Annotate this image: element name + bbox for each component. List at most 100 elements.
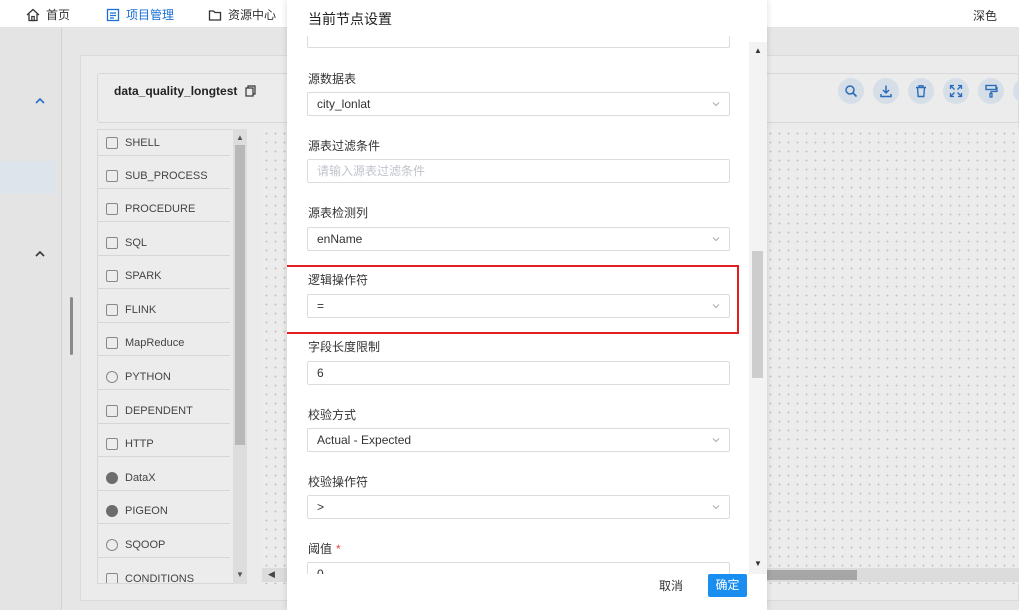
check-type-label: 校验方式 — [308, 408, 357, 422]
dialog-title: 当前节点设置 — [308, 11, 392, 27]
node-settings-form: 源数据表 city_lonlat 源表过滤条件 请输入源表过滤条件 源表检测列 … — [287, 36, 749, 574]
chevron-down-icon — [712, 237, 720, 242]
threshold-input[interactable]: 0 — [307, 562, 730, 574]
node-settings-dialog: 当前节点设置 源数据表 city_lonlat 源表过滤条件 请输入源表过滤条件… — [287, 0, 767, 610]
search-button[interactable] — [838, 78, 864, 104]
fullscreen-icon — [949, 84, 963, 98]
toolbox-item-sub-process[interactable]: SUB_PROCESS — [98, 163, 230, 189]
chevron-up-icon[interactable] — [34, 97, 46, 105]
threshold-label: 阈值 * — [308, 540, 341, 557]
procedure-icon — [106, 202, 118, 215]
source-column-value: enName — [317, 232, 363, 246]
scroll-down-icon[interactable]: ▼ — [236, 570, 244, 579]
toolbox-item-spark[interactable]: SPARK — [98, 263, 230, 289]
toolbox-item-label: FLINK — [125, 303, 157, 316]
check-operator-value: > — [317, 500, 325, 514]
http-icon — [106, 437, 118, 450]
fullscreen-button[interactable] — [943, 78, 969, 104]
toolbox-item-label: SUB_PROCESS — [125, 169, 208, 182]
scroll-left-icon[interactable]: ◀ — [268, 569, 275, 580]
folder-icon — [208, 9, 222, 21]
toolbox-item-label: MapReduce — [125, 336, 185, 349]
format-button[interactable] — [978, 78, 1004, 104]
flink-icon — [106, 303, 118, 316]
sql-icon — [106, 236, 118, 249]
conditions-icon — [106, 572, 118, 583]
canvas-scroll-thumb[interactable] — [762, 570, 857, 580]
sidebar-selected-item[interactable] — [0, 161, 55, 194]
shell-icon — [106, 136, 118, 149]
toolbox-item-label: CONDITIONS — [125, 572, 195, 584]
scroll-up-icon[interactable]: ▲ — [236, 133, 244, 142]
scroll-down-icon[interactable]: ▼ — [754, 559, 762, 568]
source-table-label: 源数据表 — [308, 72, 357, 86]
dialog-scroll-thumb[interactable] — [752, 251, 763, 378]
nav-project-label: 项目管理 — [126, 8, 175, 22]
home-icon — [26, 8, 40, 21]
toolbox-item-sqoop[interactable]: SQOOP — [98, 532, 230, 558]
nav-resource-center[interactable]: 资源中心 — [208, 6, 276, 23]
copy-icon[interactable] — [245, 85, 256, 97]
chevron-down-icon — [712, 102, 720, 107]
source-table-value: city_lonlat — [317, 97, 371, 111]
toolbox-item-flink[interactable]: FLINK — [98, 297, 230, 323]
check-type-select[interactable]: Actual - Expected — [307, 428, 730, 452]
toolbox-item-python[interactable]: PYTHON — [98, 364, 230, 390]
dialog-scrollbar[interactable]: ▲ ▼ — [749, 42, 767, 574]
spark-icon — [106, 269, 118, 282]
project-icon — [106, 8, 120, 21]
toolbox-item-datax[interactable]: DataX — [98, 465, 230, 491]
toolbox-item-pigeon[interactable]: PIGEON — [98, 498, 230, 524]
toolbox-item-http[interactable]: HTTP — [98, 431, 230, 457]
toolbox-item-label: SQL — [125, 236, 148, 249]
check-operator-label: 校验操作符 — [308, 475, 369, 489]
task-toolbox: SHELL SUB_PROCESS PROCEDURE SQL SPARK FL… — [97, 129, 247, 584]
toolbox-item-label: PROCEDURE — [125, 202, 196, 215]
delete-button[interactable] — [908, 78, 934, 104]
source-column-select[interactable]: enName — [307, 227, 730, 251]
check-type-value: Actual - Expected — [317, 433, 412, 447]
nav-project-management[interactable]: 项目管理 — [106, 6, 174, 23]
toolbox-item-dependent[interactable]: DEPENDENT — [98, 398, 230, 424]
dependent-icon — [106, 404, 118, 417]
toolbox-scroll-thumb[interactable] — [235, 145, 245, 445]
toolbox-item-shell[interactable]: SHELL — [98, 130, 230, 156]
download-button[interactable] — [873, 78, 899, 104]
toolbox-item-label: SQOOP — [125, 538, 166, 551]
chevron-up-icon[interactable] — [34, 250, 46, 258]
chevron-down-icon — [712, 505, 720, 510]
chevron-down-icon — [712, 438, 720, 443]
search-icon — [845, 85, 858, 98]
sqoop-icon — [106, 538, 118, 551]
cancel-button[interactable]: 取消 — [659, 575, 683, 597]
toolbox-item-label: PIGEON — [125, 504, 168, 517]
sidebar-scrollbar[interactable] — [70, 297, 73, 355]
confirm-button[interactable]: 确定 — [708, 574, 747, 597]
source-column-label: 源表检测列 — [308, 206, 369, 220]
toolbox-item-mapreduce[interactable]: MapReduce — [98, 330, 230, 356]
toolbox-item-label: DataX — [125, 471, 156, 484]
previous-field-input[interactable] — [307, 36, 730, 48]
nav-home[interactable]: 首页 — [26, 6, 70, 23]
toolbox-item-conditions[interactable]: CONDITIONS — [98, 566, 230, 584]
toolbox-item-label: PYTHON — [125, 370, 171, 383]
sub-process-icon — [106, 169, 118, 182]
highlight-box — [287, 265, 739, 334]
required-mark: * — [336, 542, 341, 556]
source-filter-input[interactable]: 请输入源表过滤条件 — [307, 159, 730, 183]
nav-resources-label: 资源中心 — [228, 8, 277, 22]
scroll-up-icon[interactable]: ▲ — [754, 46, 762, 55]
theme-toggle[interactable]: 深色 — [973, 7, 997, 24]
check-operator-select[interactable]: > — [307, 495, 730, 519]
toolbox-item-procedure[interactable]: PROCEDURE — [98, 196, 230, 222]
source-table-select[interactable]: city_lonlat — [307, 92, 730, 116]
field-length-input[interactable]: 6 — [307, 361, 730, 385]
source-filter-label: 源表过滤条件 — [308, 139, 381, 153]
delete-icon — [916, 85, 926, 98]
toolbox-item-sql[interactable]: SQL — [98, 230, 230, 256]
toolbox-scrollbar[interactable]: ▲ ▼ — [233, 129, 247, 584]
threshold-label-text: 阈值 — [308, 542, 333, 556]
datax-icon — [106, 471, 118, 484]
pigeon-icon — [106, 504, 118, 517]
mapreduce-icon — [106, 336, 118, 349]
